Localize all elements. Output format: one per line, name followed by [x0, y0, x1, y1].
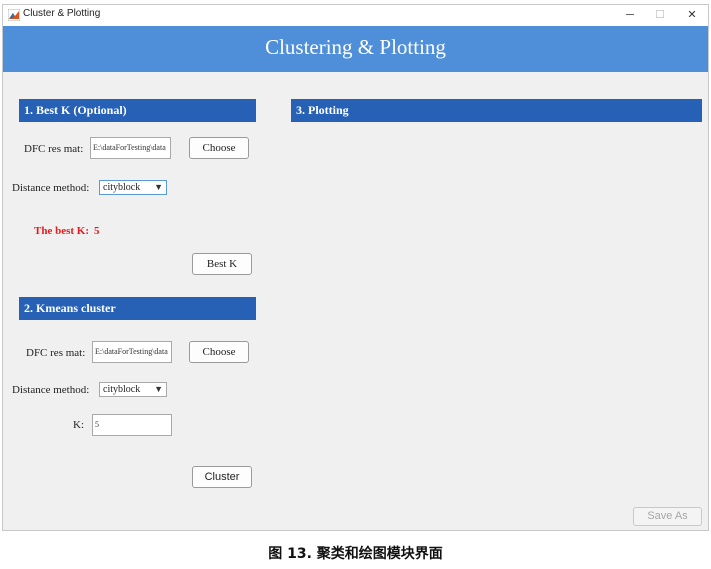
kmeans-section-header: 2. Kmeans cluster [19, 297, 256, 320]
kmeans-distance-select[interactable]: cityblock ▼ [99, 382, 167, 397]
best-k-distance-value: cityblock [103, 182, 141, 193]
page-title: Clustering & Plotting [265, 35, 446, 59]
app-window: Cluster & Plotting ─ ☐ ✕ Clustering & Pl… [2, 4, 709, 531]
save-as-button[interactable]: Save As [633, 507, 702, 526]
best-k-result-value: 5 [94, 225, 100, 237]
best-k-result-label: The best K: [34, 225, 89, 237]
kmeans-k-input[interactable]: 5 [92, 414, 172, 436]
kmeans-distance-label: Distance method: [12, 384, 90, 396]
close-button[interactable]: ✕ [682, 7, 702, 23]
plotting-section-header: 3. Plotting [291, 99, 702, 122]
matlab-icon [8, 9, 20, 21]
kmeans-choose-button[interactable]: Choose [189, 341, 249, 363]
triangle-down-icon: ▼ [154, 182, 163, 192]
maximize-button[interactable]: ☐ [650, 7, 670, 23]
best-k-section-header: 1. Best K (Optional) [19, 99, 256, 122]
best-k-distance-select[interactable]: cityblock ▼ [99, 180, 167, 195]
cluster-button[interactable]: Cluster [192, 466, 252, 488]
header-banner: Clustering & Plotting [3, 26, 708, 72]
triangle-down-icon: ▼ [154, 384, 163, 394]
best-k-distance-label: Distance method: [12, 182, 90, 194]
kmeans-dfc-input[interactable]: E:\dataForTesting\data [92, 341, 172, 363]
kmeans-dfc-label: DFC res mat: [26, 347, 86, 359]
best-k-choose-button[interactable]: Choose [189, 137, 249, 159]
window-title: Cluster & Plotting [23, 8, 101, 19]
figure-caption: 图 13. 聚类和绘图模块界面 [268, 546, 443, 562]
kmeans-distance-value: cityblock [103, 384, 141, 395]
minimize-button[interactable]: ─ [620, 7, 640, 23]
title-bar: Cluster & Plotting ─ ☐ ✕ [3, 5, 708, 26]
best-k-dfc-label: DFC res mat: [24, 143, 84, 155]
best-k-button[interactable]: Best K [192, 253, 252, 275]
kmeans-k-label: K: [73, 419, 84, 431]
best-k-dfc-input[interactable]: E:\dataForTesting\data [90, 137, 171, 159]
